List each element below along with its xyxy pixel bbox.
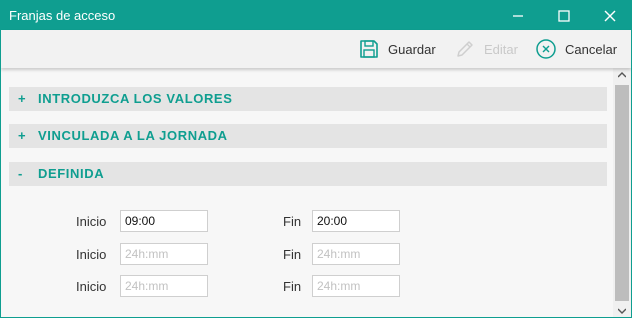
section-title: DEFINIDA [38, 166, 105, 181]
close-button[interactable] [587, 1, 631, 30]
minimize-button[interactable] [495, 1, 541, 30]
scroll-up-button[interactable] [613, 68, 631, 82]
start-label: Inicio [76, 214, 107, 229]
expand-icon: + [18, 128, 26, 143]
section-title: VINCULADA A LA JORNADA [38, 128, 228, 143]
edit-button[interactable]: Editar [454, 30, 518, 68]
close-icon [604, 10, 616, 22]
start-label: Inicio [76, 279, 107, 294]
end-label: Fin [283, 214, 302, 229]
window-title: Franjas de acceso [9, 8, 116, 23]
dialog-window: Franjas de acceso Guardar Editar Cancela… [0, 0, 632, 318]
scroll-down-button[interactable] [613, 304, 631, 317]
start-label: Inicio [76, 247, 107, 262]
scrollbar-thumb[interactable] [615, 85, 629, 301]
save-label: Guardar [388, 41, 436, 57]
maximize-button[interactable] [541, 1, 587, 30]
content-area: + INTRODUZCA LOS VALORES + VINCULADA A L… [1, 68, 613, 317]
floppy-disk-icon [360, 40, 378, 58]
pencil-icon [457, 41, 473, 57]
section-title: INTRODUZCA LOS VALORES [38, 91, 233, 106]
end-time-input-2[interactable] [312, 243, 400, 265]
collapse-icon: - [18, 166, 23, 181]
start-time-input-1[interactable] [120, 210, 208, 232]
circle-x-icon [536, 39, 556, 59]
section-introduzca-valores[interactable]: + INTRODUZCA LOS VALORES [9, 87, 607, 111]
end-label: Fin [283, 279, 302, 294]
maximize-icon [558, 10, 570, 22]
start-time-input-3[interactable] [120, 275, 208, 297]
save-button[interactable]: Guardar [358, 30, 436, 68]
chevron-up-icon [618, 72, 626, 78]
section-vinculada-jornada[interactable]: + VINCULADA A LA JORNADA [9, 124, 607, 148]
end-time-input-3[interactable] [312, 275, 400, 297]
vertical-scrollbar[interactable] [613, 68, 631, 317]
expand-icon: + [18, 91, 26, 106]
edit-label: Editar [484, 41, 518, 57]
chevron-down-icon [618, 308, 626, 314]
start-time-input-2[interactable] [120, 243, 208, 265]
title-bar: Franjas de acceso [1, 1, 631, 30]
end-label: Fin [283, 247, 302, 262]
cancel-button[interactable]: Cancelar [535, 30, 617, 68]
section-definida[interactable]: - DEFINIDA [9, 162, 607, 186]
minimize-icon [513, 15, 523, 17]
cancel-label: Cancelar [565, 41, 618, 57]
toolbar: Guardar Editar Cancelar [1, 30, 631, 68]
end-time-input-1[interactable] [312, 210, 400, 232]
